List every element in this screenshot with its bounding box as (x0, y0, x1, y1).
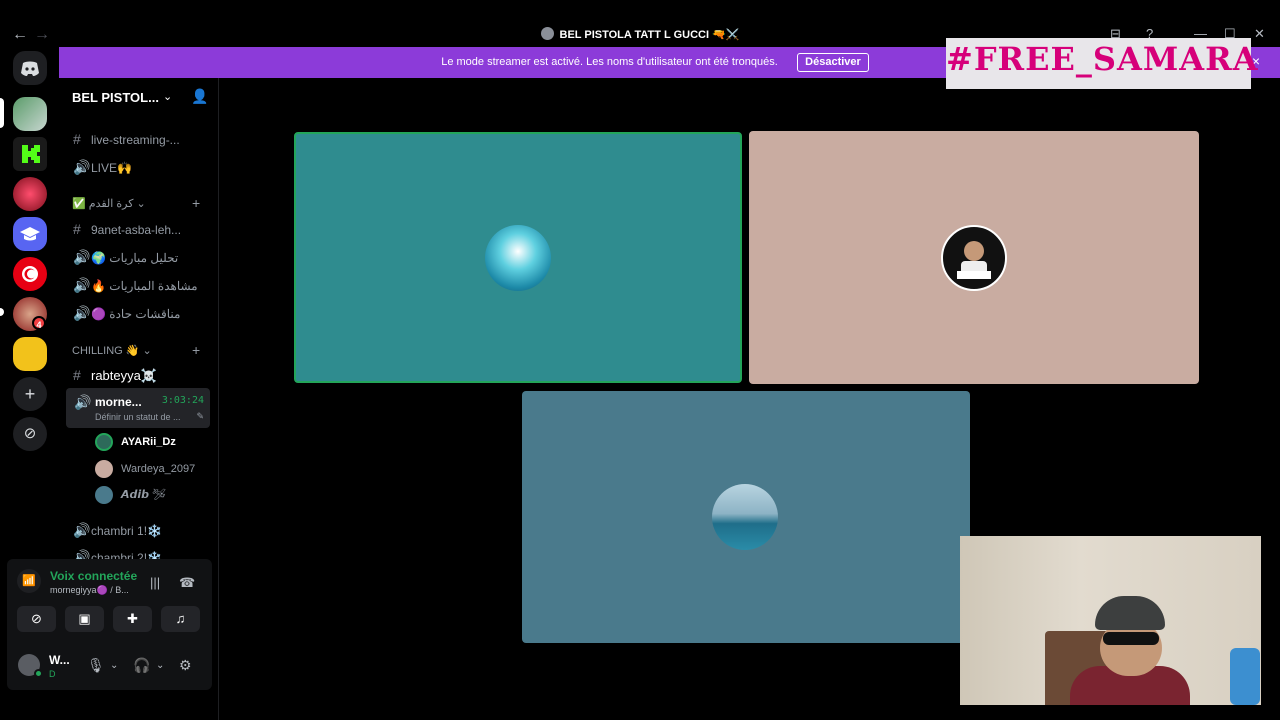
channel-label: live-streaming-... (91, 133, 180, 147)
settings-gear-icon[interactable]: ⚙ (179, 657, 192, 674)
channel-label: chambri 1!❄️ (91, 524, 162, 538)
notification-badge: 4 (32, 316, 46, 330)
channel-label: 9anet-asba-leh... (91, 223, 182, 237)
channel-analysis[interactable]: 🔊🌍 تحليل مباريات (73, 249, 178, 266)
server-icon-tunisia[interactable] (13, 257, 47, 291)
channel-rabteyya[interactable]: # rabteyya☠️ (73, 367, 157, 384)
overlay-text: #FREE_SAMARA (946, 40, 1259, 78)
channel-9anet[interactable]: #9anet-asba-leh... (73, 221, 181, 237)
speaker-icon: 🔊 (73, 522, 91, 538)
unread-pill (0, 308, 4, 316)
voice-user-wardeya[interactable]: Wardeya_2097 (95, 460, 195, 478)
channel-live[interactable]: 🔊LIVE🙌 (73, 159, 132, 176)
channel-label: 🟣 مناقشات حادة (91, 307, 181, 321)
voice-user-name: AYARii_Dz (121, 435, 176, 448)
voice-user-name: 𝘼𝙙𝙞𝙗 🛩 (121, 488, 167, 501)
speaker-icon: 🔊 (73, 277, 91, 293)
webcam-overlay (960, 536, 1261, 705)
webcam-cap (1095, 596, 1165, 630)
category-chilling[interactable]: CHILLING 👋 ⌄ (72, 344, 152, 357)
add-channel-icon[interactable]: + (192, 195, 200, 211)
voice-tile-speaking[interactable] (294, 132, 742, 383)
selected-server-pill (0, 98, 4, 128)
server-icon-school[interactable] (13, 217, 47, 251)
speaker-icon: 🔊 (73, 305, 91, 321)
user-status: D (49, 669, 56, 679)
invite-user-icon[interactable]: 👤 (191, 88, 208, 105)
server-icon-lol[interactable] (13, 177, 47, 211)
active-voice-channel[interactable]: 🔊 morne... 3:03:24 Définir un statut de … (66, 388, 210, 428)
server-icon-kick[interactable] (13, 137, 47, 171)
server-icon-bel-pistola[interactable] (13, 97, 47, 131)
voice-user-name: Wardeya_2097 (121, 462, 196, 475)
speaker-icon: 🔊 (73, 159, 91, 175)
speaker-icon: 🔊 (73, 249, 91, 265)
voice-tile-wardeya[interactable] (749, 131, 1199, 384)
edit-pencil-icon[interactable]: ✎ (196, 411, 204, 422)
chevron-down-icon[interactable]: ⌄ (156, 660, 164, 671)
soundboard-button[interactable]: ♫ (161, 606, 200, 632)
voice-user-adib[interactable]: 𝘼𝙙𝙞𝙗 🛩 (95, 486, 166, 504)
webcam-glasses (1103, 632, 1159, 645)
voice-connected-label[interactable]: Voix connectée (50, 569, 137, 583)
server-avatar-icon (540, 27, 554, 40)
voice-connected-channel[interactable]: mornegiyya🟣 / B... (50, 585, 129, 596)
hash-icon: # (73, 221, 81, 237)
discover-icon[interactable]: ⊘ (13, 417, 47, 451)
window-title-text: BEL PISTOLA TATT L GUCCI 🔫⚔️ (559, 29, 740, 41)
camera-off-button[interactable]: ⊘ (17, 606, 56, 632)
headphones-icon[interactable]: 🎧 (133, 657, 150, 674)
channel-label: LIVE🙌 (91, 161, 132, 175)
channel-chambri-1[interactable]: 🔊chambri 1!❄️ (73, 522, 162, 539)
voice-status[interactable]: Définir un statut de ... (95, 412, 181, 422)
chevron-down-icon[interactable]: ⌄ (110, 660, 118, 671)
disable-streamer-mode-button[interactable]: Désactiver (797, 53, 869, 72)
disconnect-icon[interactable]: ☎ (179, 575, 195, 591)
activities-button[interactable]: ✚ (113, 606, 152, 632)
channel-debates[interactable]: 🔊🟣 مناقشات حادة (73, 305, 180, 322)
avatar (712, 484, 778, 550)
screen-share-button[interactable]: ▣ (65, 606, 104, 632)
channel-watch[interactable]: 🔊🔥 مشاهدة المباريات (73, 277, 198, 294)
avatar (95, 433, 113, 451)
user-name[interactable]: W... (49, 653, 70, 667)
channel-label: 🔥 مشاهدة المباريات (91, 279, 198, 293)
discord-home-icon[interactable] (13, 51, 47, 85)
avatar (95, 486, 113, 504)
avatar (941, 225, 1007, 291)
voice-user-panel: 📶 Voix connectée mornegiyya🟣 / B... ||| … (7, 559, 212, 690)
hash-icon: # (73, 131, 81, 147)
noise-suppression-icon[interactable]: ||| (150, 575, 160, 590)
voice-channel-name: morne... (95, 395, 142, 409)
server-icon-yellow[interactable] (13, 337, 47, 371)
avatar (485, 225, 551, 291)
hash-icon: # (73, 367, 81, 383)
avatar (95, 460, 113, 478)
voice-user-ayarii[interactable]: AYARii_Dz (95, 433, 176, 451)
signal-icon[interactable]: 📶 (17, 569, 41, 593)
add-channel-icon[interactable]: + (192, 342, 200, 358)
speaker-icon: 🔊 (74, 394, 92, 410)
voice-tile-adib[interactable] (522, 391, 970, 643)
category-football[interactable]: ✅ كرة القدم ⌄ (72, 197, 146, 210)
voice-timer: 3:03:24 (161, 395, 204, 406)
webcam-person (1070, 596, 1190, 705)
guild-name[interactable]: BEL PISTOL... (72, 90, 159, 105)
chevron-down-icon[interactable]: ⌄ (163, 90, 172, 103)
channel-label: 🌍 تحليل مباريات (91, 251, 179, 265)
channel-label: rabteyya☠️ (91, 368, 158, 383)
channel-live-streaming[interactable]: # live-streaming-... (73, 131, 180, 147)
microphone-icon[interactable]: 🎙 (87, 657, 105, 674)
webcam-bottle (1230, 648, 1260, 705)
add-server-icon[interactable]: + (13, 377, 47, 411)
stream-overlay: #FREE_SAMARA (946, 38, 1259, 89)
online-status-icon (34, 669, 43, 678)
